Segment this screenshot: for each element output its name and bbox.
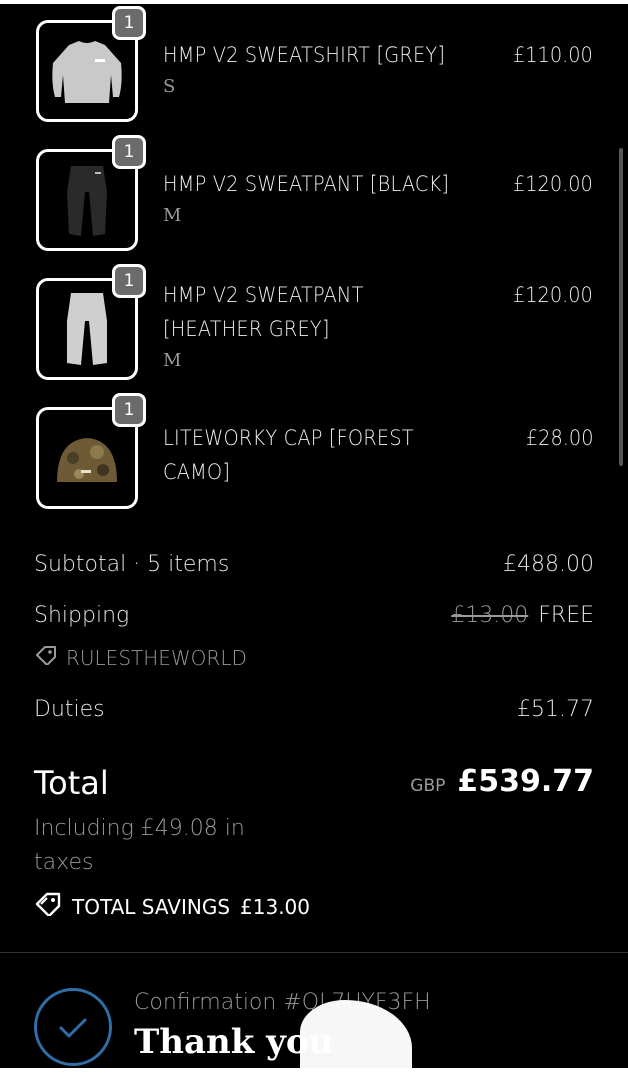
total-savings: TOTAL SAVINGS £13.00 xyxy=(34,892,310,921)
subtotal-row: Subtotal · 5 items £488.00 xyxy=(34,552,594,577)
discount-code-text: RULESTHEWORLD xyxy=(66,645,247,670)
shipping-row: Shipping £13.00 FREE xyxy=(34,603,594,628)
scrollbar[interactable] xyxy=(619,148,623,466)
item-name: LITEWORKY CAP [FOREST CAMO] xyxy=(163,426,414,484)
shipping-original-price: £13.00 xyxy=(451,603,529,628)
savings-tag-icon xyxy=(34,892,62,921)
top-edge xyxy=(0,0,628,4)
quantity-badge: 1 xyxy=(112,6,146,40)
cart-item: 1 HMP V2 SWEATPANT [HEATHER GREY] M £120… xyxy=(36,264,596,388)
item-name: HMP V2 SWEATSHIRT [GREY] xyxy=(163,43,446,67)
bottom-edge xyxy=(0,1068,628,1080)
quantity-badge: 1 xyxy=(112,135,146,169)
item-variant: S xyxy=(163,76,176,97)
discount-code: RULESTHEWORLD xyxy=(34,645,247,670)
item-price: £120.00 xyxy=(513,283,593,307)
currency-code: GBP xyxy=(410,776,446,796)
savings-value: £13.00 xyxy=(240,894,310,919)
total-value-group: GBP £539.77 xyxy=(410,764,594,799)
savings-label: TOTAL SAVINGS xyxy=(72,894,231,919)
shipping-value-group: £13.00 FREE xyxy=(451,603,594,628)
cart-item: 1 HMP V2 SWEATPANT [BLACK] M £120.00 xyxy=(36,135,596,259)
shipping-label: Shipping xyxy=(34,603,130,628)
item-price: £28.00 xyxy=(525,426,593,450)
cart-item: 1 HMP V2 SWEATSHIRT [GREY] S £110.00 xyxy=(36,6,596,130)
item-variant: M xyxy=(163,350,182,371)
subtotal-value: £488.00 xyxy=(503,552,594,577)
item-name: HMP V2 SWEATPANT [BLACK] xyxy=(163,172,450,196)
tax-note: Including £49.08 in taxes xyxy=(34,816,245,875)
item-variant: M xyxy=(163,205,182,226)
cart-item: 1 LITEWORKY CAP [FOREST CAMO] £28.00 xyxy=(36,393,596,517)
total-label: Total xyxy=(34,764,109,802)
check-icon xyxy=(34,988,112,1066)
duties-label: Duties xyxy=(34,697,105,722)
total-amount: £539.77 xyxy=(457,764,594,799)
item-name: HMP V2 SWEATPANT [HEATHER GREY] xyxy=(163,283,364,341)
shipping-value: FREE xyxy=(538,603,594,628)
quantity-badge: 1 xyxy=(112,393,146,427)
section-divider xyxy=(0,952,628,953)
quantity-badge: 1 xyxy=(112,264,146,298)
duties-row: Duties £51.77 xyxy=(34,697,594,722)
item-price: £120.00 xyxy=(513,172,593,196)
tag-icon xyxy=(34,645,58,670)
subtotal-label: Subtotal · 5 items xyxy=(34,552,230,577)
item-price: £110.00 xyxy=(513,43,593,67)
duties-value: £51.77 xyxy=(517,697,594,722)
